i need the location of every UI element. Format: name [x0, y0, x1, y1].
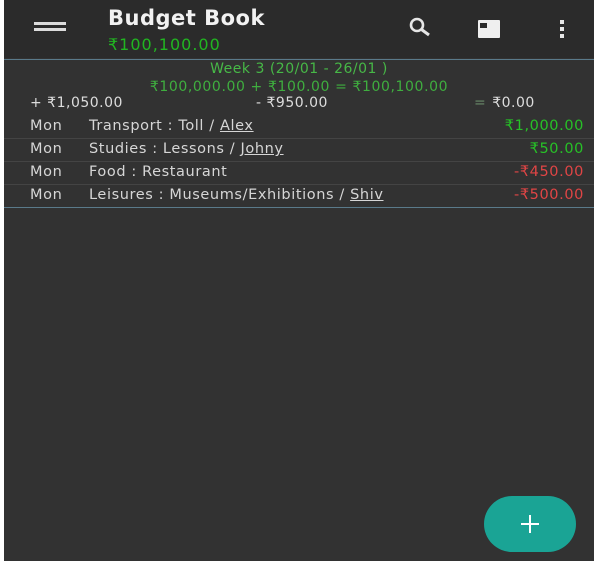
- menu-icon[interactable]: [34, 22, 72, 38]
- transaction-amount: ₹1,000.00: [504, 118, 584, 134]
- week-summary[interactable]: Week 3 (20/01 - 26/01 ) ₹100,000.00 + ₹1…: [4, 59, 594, 115]
- app-bar: Budget Book ₹100,100.00: [4, 0, 594, 58]
- transaction-amount: ₹50.00: [529, 141, 584, 157]
- more-vert-icon[interactable]: [557, 18, 567, 40]
- transaction-category: Leisures : Museums/Exhibitions /: [89, 187, 351, 203]
- transaction-description: Food : Restaurant: [89, 164, 227, 180]
- add-transaction-button[interactable]: [484, 496, 576, 552]
- transaction-category: Food : Restaurant: [89, 164, 228, 180]
- transaction-list: Mon Transport : Toll / Alex ₹1,000.00 Mo…: [4, 116, 594, 208]
- total-balance: ₹100,100.00: [108, 35, 221, 54]
- search-icon[interactable]: [408, 16, 432, 40]
- week-difference-value: ₹0.00: [492, 95, 535, 111]
- transaction-day: Mon: [30, 141, 63, 157]
- transaction-description: Leisures : Museums/Exhibitions / Shiv: [89, 187, 384, 203]
- transaction-row[interactable]: Mon Food : Restaurant -₹450.00: [4, 162, 594, 185]
- transaction-day: Mon: [30, 187, 63, 203]
- transaction-row[interactable]: Mon Transport : Toll / Alex ₹1,000.00: [4, 116, 594, 139]
- transaction-person[interactable]: Alex: [220, 118, 254, 134]
- equals-sign: =: [474, 95, 487, 111]
- transaction-category: Studies : Lessons /: [89, 141, 241, 157]
- transaction-person[interactable]: Johny: [240, 141, 283, 157]
- week-difference: = ₹0.00: [474, 95, 535, 111]
- app-screen: Budget Book ₹100,100.00 Week 3 (20/01 - …: [4, 0, 594, 561]
- week-expense: - ₹950.00: [256, 95, 328, 111]
- app-title: Budget Book: [108, 6, 265, 30]
- transaction-day: Mon: [30, 118, 63, 134]
- transaction-category: Transport : Toll /: [89, 118, 220, 134]
- transaction-amount: -₹500.00: [514, 187, 584, 203]
- transaction-description: Transport : Toll / Alex: [89, 118, 254, 134]
- transaction-day: Mon: [30, 164, 63, 180]
- transaction-row[interactable]: Mon Studies : Lessons / Johny ₹50.00: [4, 139, 594, 162]
- transaction-amount: -₹450.00: [514, 164, 584, 180]
- transaction-description: Studies : Lessons / Johny: [89, 141, 284, 157]
- transaction-row[interactable]: Mon Leisures : Museums/Exhibitions / Shi…: [4, 185, 594, 208]
- transaction-person[interactable]: Shiv: [350, 187, 383, 203]
- week-balance-formula: ₹100,000.00 + ₹100.00 = ₹100,100.00: [149, 79, 449, 95]
- week-title: Week 3 (20/01 - 26/01 ): [210, 61, 388, 77]
- week-income: + ₹1,050.00: [30, 95, 123, 111]
- card-view-icon[interactable]: [478, 20, 500, 38]
